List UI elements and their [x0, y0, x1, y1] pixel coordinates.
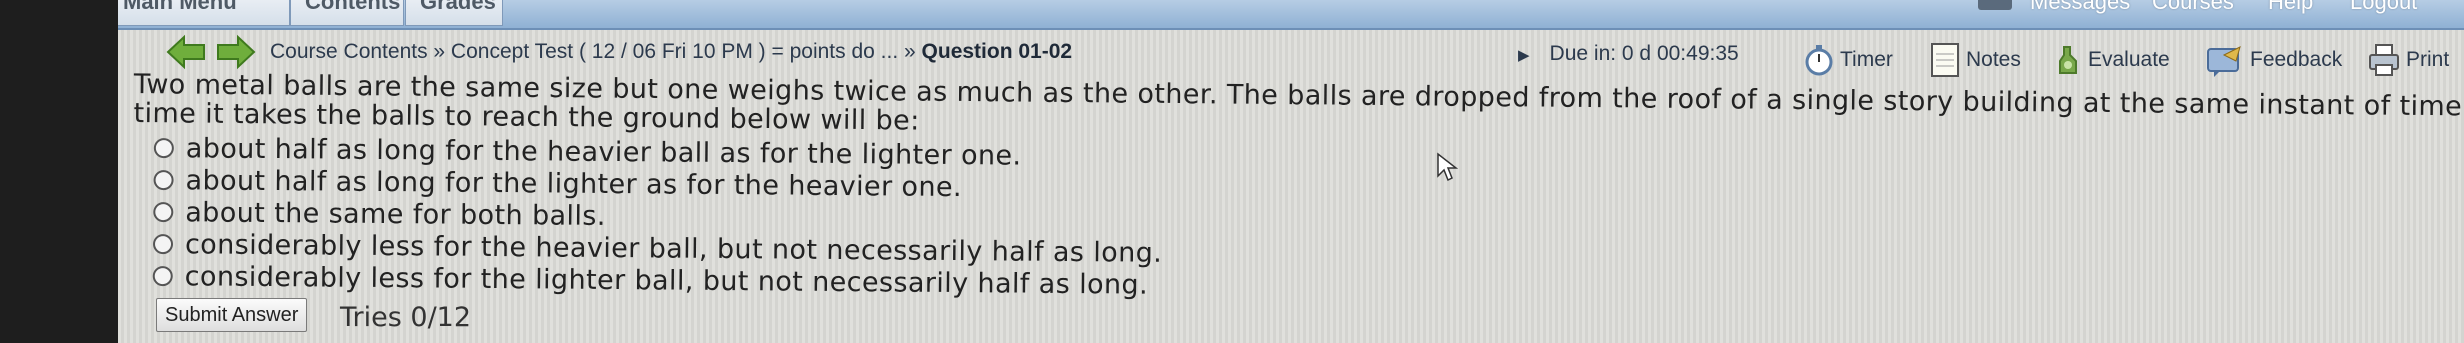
forward-arrow-icon[interactable] — [216, 34, 256, 70]
breadcrumb-path[interactable]: Course Contents » Concept Test ( 12 / 06… — [270, 40, 922, 63]
submit-answer-button[interactable]: Submit Answer — [156, 298, 308, 332]
back-arrow-icon[interactable] — [166, 34, 206, 70]
radio-button[interactable] — [153, 201, 174, 223]
print-label: Print — [2406, 48, 2450, 71]
tab-label: Contents — [305, 0, 401, 14]
link-messages[interactable]: Messages — [2030, 0, 2130, 16]
breadcrumb-current: Question 01-02 — [921, 40, 1073, 63]
mouse-pointer-icon — [1437, 152, 1458, 182]
tab-label: Main Menu — [123, 0, 237, 14]
top-tab-bar: Main Menu Contents Grades Messages Cours… — [118, 0, 2464, 30]
tab-main-menu[interactable]: Main Menu — [118, 0, 290, 26]
tab-contents[interactable]: Contents — [290, 0, 404, 26]
evaluate-icon — [2059, 46, 2077, 74]
radio-button[interactable] — [152, 265, 173, 287]
tab-grades[interactable]: Grades — [405, 0, 503, 26]
link-logout[interactable]: Logout — [2350, 0, 2417, 16]
radio-button[interactable] — [152, 233, 174, 255]
breadcrumb: Course Contents » Concept Test ( 12 / 06… — [270, 40, 1072, 64]
stopwatch-icon — [1805, 45, 1833, 76]
notepad-icon — [1931, 43, 1959, 77]
timer-label: Timer — [1840, 48, 1893, 71]
tries-counter: Tries 0/12 — [340, 302, 472, 333]
messages-icon[interactable] — [1978, 0, 2012, 10]
play-triangle-icon: ▶ — [1518, 47, 1530, 64]
printer-icon — [2369, 44, 2399, 76]
notes-label: Notes — [1966, 48, 2021, 71]
timer-button[interactable]: Timer — [1804, 40, 1893, 80]
print-button[interactable]: Print — [2368, 40, 2449, 80]
lon-capa-window: Main Menu Contents Grades Messages Cours… — [118, 0, 2464, 343]
radio-button[interactable] — [153, 137, 174, 159]
due-text: Due in: 0 d 00:49:35 — [1549, 42, 1739, 65]
tab-label: Grades — [420, 0, 496, 14]
due-timer: ▶ Due in: 0 d 00:49:35 — [1518, 42, 1739, 66]
evaluate-label: Evaluate — [2088, 48, 2170, 71]
link-courses[interactable]: Courses — [2152, 0, 2234, 16]
notes-button[interactable]: Notes — [1930, 40, 2021, 80]
radio-button[interactable] — [153, 169, 174, 191]
choice-label: about the same for both balls. — [185, 196, 606, 232]
feedback-icon — [2207, 46, 2241, 77]
feedback-label: Feedback — [2250, 48, 2343, 71]
feedback-button[interactable]: Feedback — [2206, 40, 2342, 80]
answer-choices: about half as long for the heavier ball … — [152, 132, 1654, 305]
evaluate-button[interactable]: Evaluate — [2054, 40, 2170, 80]
link-help[interactable]: Help — [2268, 0, 2313, 16]
